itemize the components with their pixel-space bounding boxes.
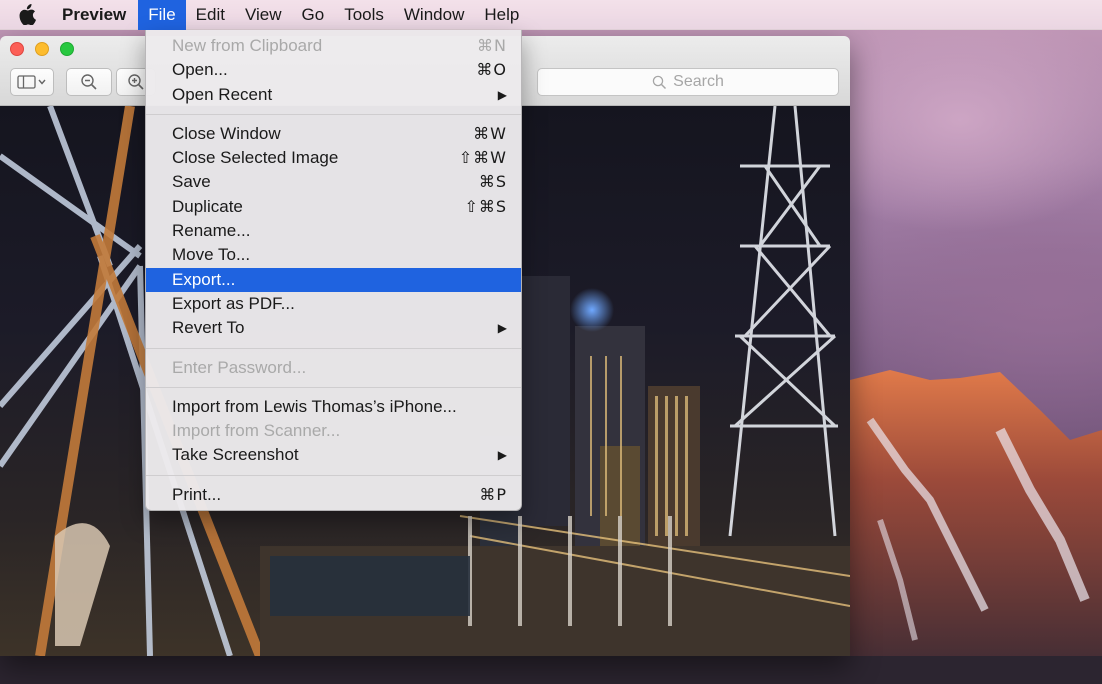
menu-item-rename[interactable]: Rename... <box>146 219 521 243</box>
menu-item-label: Take Screenshot <box>172 445 299 465</box>
menu-item-label: Close Window <box>172 123 281 143</box>
menu-item-label: Import from Scanner... <box>172 421 341 441</box>
minimize-window-button[interactable] <box>35 42 49 56</box>
menu-file[interactable]: File <box>138 0 186 30</box>
fullscreen-window-button[interactable] <box>60 42 74 56</box>
zoom-out-icon <box>81 74 97 90</box>
menu-help[interactable]: Help <box>474 0 529 30</box>
sidebar-toggle-button[interactable] <box>10 68 54 96</box>
menu-separator <box>146 341 521 356</box>
menu-item-label: Open Recent <box>172 84 273 104</box>
menu-item-close-selected-image[interactable]: Close Selected Image ⇧⌘W <box>146 146 521 170</box>
menu-separator <box>146 468 521 483</box>
menu-separator <box>146 107 521 122</box>
menu-item-import-from-iphone[interactable]: Import from Lewis Thomas’s iPhone... <box>146 395 521 419</box>
menu-item-label: Export... <box>172 269 236 289</box>
menu-window[interactable]: Window <box>394 0 474 30</box>
menu-item-label: Close Selected Image <box>172 148 339 168</box>
menu-item-save[interactable]: Save ⌘S <box>146 170 521 194</box>
menu-item-shortcut: ⇧⌘S <box>464 196 507 216</box>
menu-go[interactable]: Go <box>292 0 335 30</box>
menu-tools[interactable]: Tools <box>334 0 394 30</box>
menu-item-shortcut: ⌘W <box>473 123 507 143</box>
close-window-button[interactable] <box>10 42 24 56</box>
menu-item-move-to[interactable]: Move To... <box>146 243 521 267</box>
menu-item-label: Open... <box>172 60 228 80</box>
menu-edit[interactable]: Edit <box>186 0 235 30</box>
menu-item-open[interactable]: Open... ⌘O <box>146 58 521 82</box>
search-field[interactable]: Search <box>537 68 839 96</box>
apple-icon[interactable] <box>18 4 38 26</box>
menu-item-export[interactable]: Export... <box>146 267 521 292</box>
menu-item-export-as-pdf[interactable]: Export as PDF... <box>146 292 521 316</box>
submenu-arrow-icon: ▶ <box>497 448 507 463</box>
menu-item-shortcut: ⇧⌘W <box>458 148 507 168</box>
menu-item-take-screenshot[interactable]: Take Screenshot ▶ <box>146 443 521 467</box>
menu-item-label: New from Clipboard <box>172 36 323 55</box>
submenu-arrow-icon: ▶ <box>497 87 507 102</box>
menu-item-shortcut: ⌘S <box>478 172 507 192</box>
zoom-out-button[interactable] <box>66 68 112 96</box>
menu-item-label: Print... <box>172 484 222 504</box>
menu-bar: Preview File Edit View Go Tools Window H… <box>0 0 1102 30</box>
menu-item-open-recent[interactable]: Open Recent ▶ <box>146 83 521 107</box>
menu-item-import-from-scanner: Import from Scanner... <box>146 419 521 443</box>
menu-item-label: Move To... <box>172 245 251 265</box>
menu-item-label: Import from Lewis Thomas’s iPhone... <box>172 396 457 416</box>
menu-item-revert-to[interactable]: Revert To ▶ <box>146 316 521 340</box>
menu-item-duplicate[interactable]: Duplicate ⇧⌘S <box>146 195 521 219</box>
menu-item-label: Rename... <box>172 221 251 241</box>
menu-app-preview[interactable]: Preview <box>60 0 138 30</box>
menu-item-enter-password: Enter Password... <box>146 356 521 380</box>
menu-item-label: Revert To <box>172 318 245 338</box>
sidebar-toggle-icon <box>17 75 46 89</box>
search-placeholder: Search <box>673 73 724 90</box>
submenu-arrow-icon: ▶ <box>497 321 507 336</box>
search-icon <box>652 75 667 89</box>
menu-item-label: Duplicate <box>172 196 243 216</box>
menu-item-print[interactable]: Print... ⌘P <box>146 483 521 507</box>
menu-item-label: Export as PDF... <box>172 293 295 313</box>
menu-item-new-from-clipboard: New from Clipboard ⌘N <box>146 34 521 58</box>
menu-item-close-window[interactable]: Close Window ⌘W <box>146 122 521 146</box>
menu-item-shortcut: ⌘O <box>476 60 507 80</box>
menu-item-label: Save <box>172 172 211 192</box>
menu-view[interactable]: View <box>235 0 292 30</box>
menu-item-shortcut: ⌘P <box>479 484 507 504</box>
menu-item-label: Enter Password... <box>172 357 307 377</box>
zoom-in-icon <box>128 74 144 90</box>
menu-item-shortcut: ⌘N <box>477 36 507 55</box>
file-menu-dropdown: New from Clipboard ⌘N Open... ⌘O Open Re… <box>145 30 522 511</box>
menu-separator <box>146 380 521 395</box>
